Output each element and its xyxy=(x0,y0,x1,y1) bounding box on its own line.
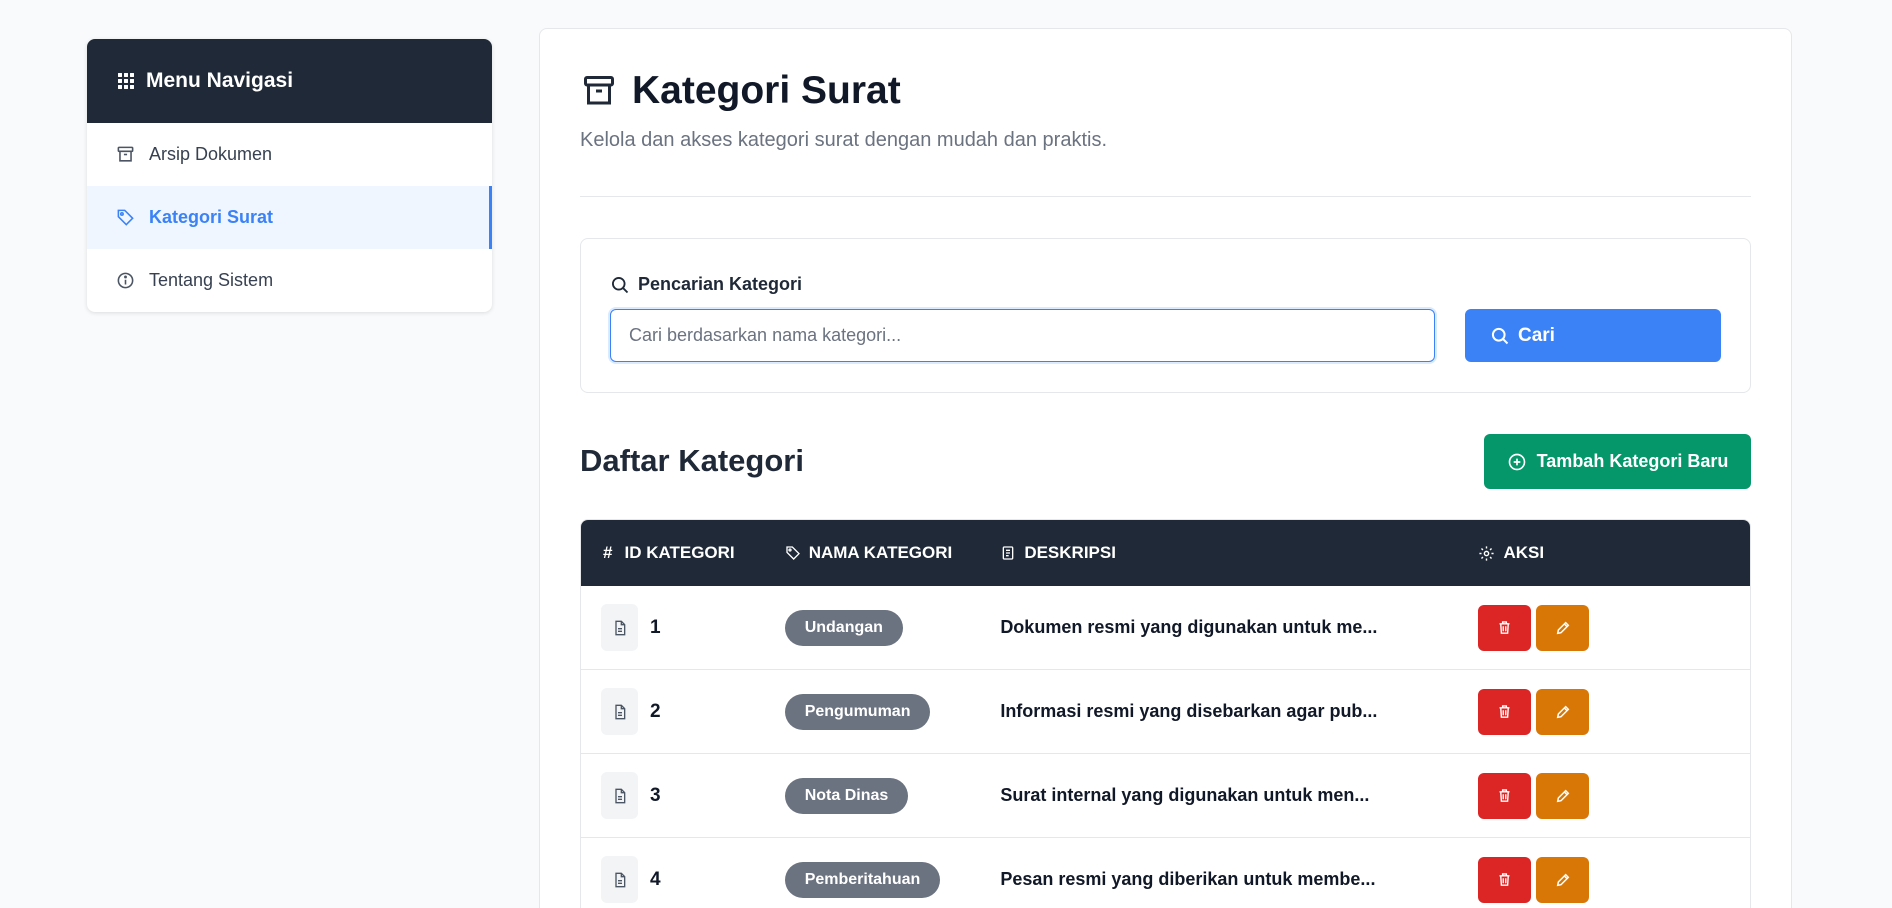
edit-button[interactable] xyxy=(1536,688,1590,735)
sidebar-item-label: Arsip Dokumen xyxy=(149,144,273,164)
pencil-icon xyxy=(1556,705,1570,718)
cell-id: 1 xyxy=(581,604,785,651)
table-row: 2 Pengumuman Informasi resmi yang diseba… xyxy=(581,670,1750,754)
doc-icon-box xyxy=(601,772,638,819)
file-icon xyxy=(614,704,625,719)
pencil-icon xyxy=(1556,789,1570,802)
delete-button[interactable] xyxy=(1478,688,1532,735)
cell-id: 3 xyxy=(581,772,785,819)
cell-id: 4 xyxy=(581,856,785,903)
category-badge: Undangan xyxy=(784,609,903,646)
category-id: 3 xyxy=(650,784,661,806)
cell-name: Nota Dinas xyxy=(784,777,1001,814)
category-table: # ID KATEGORI NAMA KATEGORI DESKRIPSI AK… xyxy=(580,519,1751,908)
gear-icon xyxy=(1479,545,1495,561)
add-category-button[interactable]: Tambah Kategori Baru xyxy=(1484,434,1751,489)
cell-name: Undangan xyxy=(784,609,1001,646)
sidebar-item-label: Tentang Sistem xyxy=(149,270,274,290)
page-subtitle: Kelola dan akses kategori surat dengan m… xyxy=(580,129,1108,151)
cell-actions xyxy=(1478,856,1750,903)
plus-circle-icon xyxy=(1508,453,1525,470)
column-header-actions: AKSI xyxy=(1478,543,1750,563)
table-row: 3 Nota Dinas Surat internal yang digunak… xyxy=(581,754,1750,838)
file-icon xyxy=(614,872,625,887)
add-category-label: Tambah Kategori Baru xyxy=(1536,451,1729,471)
search-button[interactable]: Cari xyxy=(1465,309,1721,362)
table-header: # ID KATEGORI NAMA KATEGORI DESKRIPSI AK… xyxy=(581,520,1750,586)
table-row: 4 Pemberitahuan Pesan resmi yang diberik… xyxy=(581,838,1750,908)
category-id: 1 xyxy=(650,616,661,638)
category-badge: Pengumuman xyxy=(784,693,931,730)
hash-icon: # xyxy=(603,543,613,562)
pencil-icon xyxy=(1556,873,1570,886)
tag-icon xyxy=(117,209,134,226)
sidebar-title: Menu Navigasi xyxy=(146,69,294,92)
sidebar: Menu Navigasi Arsip Dokumen Kategori Sur… xyxy=(87,39,492,312)
search-icon xyxy=(612,276,629,293)
pencil-icon xyxy=(1556,621,1570,634)
delete-button[interactable] xyxy=(1478,856,1532,903)
search-label-text: Pencarian Kategori xyxy=(638,274,803,294)
cell-description: Surat internal yang digunakan untuk men.… xyxy=(1000,785,1478,806)
search-card: Pencarian Kategori Cari xyxy=(580,238,1751,393)
trash-icon xyxy=(1499,873,1510,886)
edit-button[interactable] xyxy=(1536,856,1590,903)
sidebar-item-arsip-dokumen[interactable]: Arsip Dokumen xyxy=(87,123,492,186)
document-icon xyxy=(1002,546,1014,560)
tag-icon xyxy=(786,546,800,560)
search-input[interactable] xyxy=(610,309,1435,362)
column-header-id: # ID KATEGORI xyxy=(603,543,735,562)
info-icon xyxy=(117,272,134,289)
trash-icon xyxy=(1499,705,1510,718)
category-badge: Nota Dinas xyxy=(784,777,909,814)
delete-button[interactable] xyxy=(1478,604,1532,651)
category-badge: Pemberitahuan xyxy=(784,861,941,898)
cell-description: Pesan resmi yang diberikan untuk membe..… xyxy=(1000,869,1478,890)
cell-name: Pengumuman xyxy=(784,693,1001,730)
search-label: Pencarian Kategori xyxy=(610,274,802,295)
grid-icon xyxy=(118,73,134,89)
category-id: 4 xyxy=(650,868,661,890)
cell-name: Pemberitahuan xyxy=(784,861,1001,898)
doc-icon-box xyxy=(601,604,638,651)
trash-icon xyxy=(1499,789,1510,802)
page: Menu Navigasi Arsip Dokumen Kategori Sur… xyxy=(0,0,1892,908)
sidebar-header: Menu Navigasi xyxy=(87,39,492,123)
cell-actions xyxy=(1478,604,1750,651)
cell-id: 2 xyxy=(581,688,785,735)
cell-actions xyxy=(1478,772,1750,819)
sidebar-item-kategori-surat[interactable]: Kategori Surat xyxy=(87,186,492,249)
cell-actions xyxy=(1478,688,1750,735)
search-button-label: Cari xyxy=(1518,324,1555,346)
category-description: Dokumen resmi yang digunakan untuk me... xyxy=(1000,617,1378,637)
edit-button[interactable] xyxy=(1536,772,1590,819)
delete-button[interactable] xyxy=(1478,772,1532,819)
archive-icon xyxy=(117,146,134,162)
sidebar-item-tentang-sistem[interactable]: Tentang Sistem xyxy=(87,249,492,312)
file-icon xyxy=(614,620,625,635)
file-icon xyxy=(614,788,625,803)
main-card: Kategori Surat Kelola dan akses kategori… xyxy=(539,28,1792,908)
table-row: 1 Undangan Dokumen resmi yang digunakan … xyxy=(581,586,1750,670)
doc-icon-box xyxy=(601,688,638,735)
category-id: 2 xyxy=(650,700,661,722)
trash-icon xyxy=(1499,621,1510,634)
category-description: Pesan resmi yang diberikan untuk membe..… xyxy=(1000,869,1376,889)
doc-icon-box xyxy=(601,856,638,903)
archive-icon xyxy=(584,76,614,105)
section-title: Daftar Kategori xyxy=(580,443,804,478)
edit-button[interactable] xyxy=(1536,604,1590,651)
page-header: Kategori Surat xyxy=(580,69,901,113)
cell-description: Informasi resmi yang disebarkan agar pub… xyxy=(1000,701,1478,722)
sidebar-item-label: Kategori Surat xyxy=(149,207,274,227)
category-description: Surat internal yang digunakan untuk men.… xyxy=(1000,785,1370,805)
column-header-description: DESKRIPSI xyxy=(1000,543,1478,563)
cell-description: Dokumen resmi yang digunakan untuk me... xyxy=(1000,617,1478,638)
search-icon xyxy=(1491,327,1509,344)
divider xyxy=(580,196,1751,197)
page-title: Kategori Surat xyxy=(632,69,901,112)
column-header-name: NAMA KATEGORI xyxy=(785,543,1001,563)
category-description: Informasi resmi yang disebarkan agar pub… xyxy=(1000,701,1378,721)
